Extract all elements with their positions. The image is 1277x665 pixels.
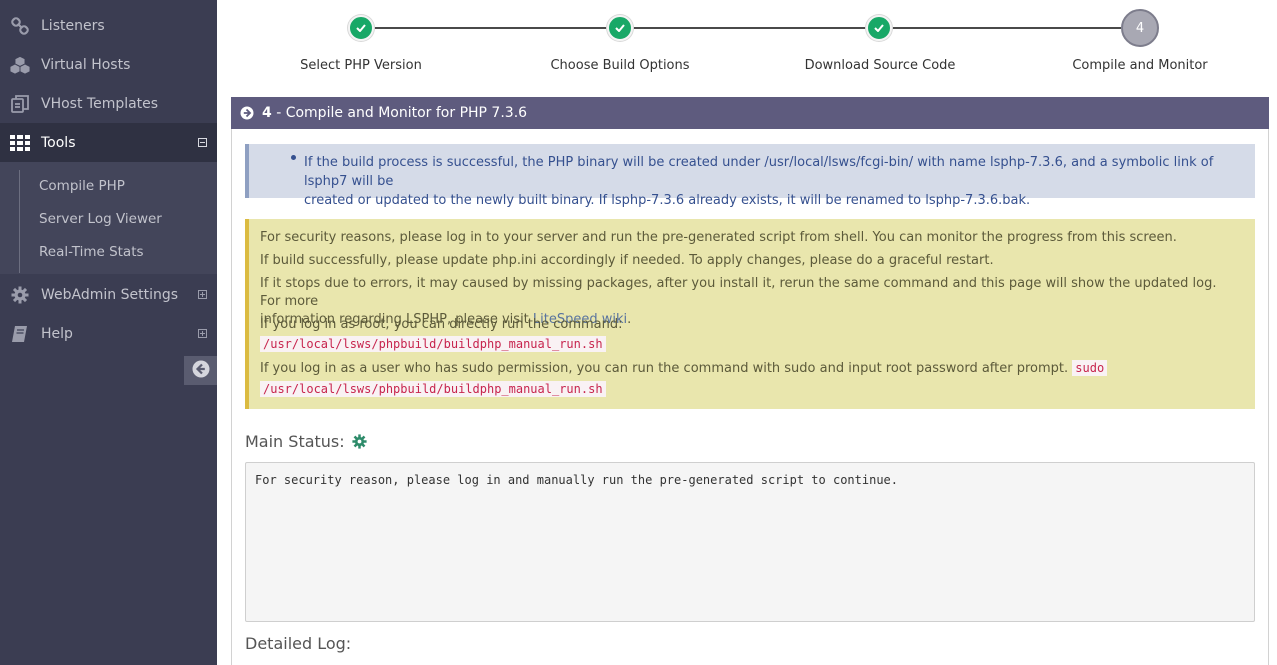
sidebar-subitem-compile-php[interactable]: Compile PHP — [39, 175, 125, 197]
step-label-compile-and-monitor: Compile and Monitor — [1072, 58, 1208, 73]
warning-text-line: If you log in as a user who has sudo per… — [260, 361, 1069, 376]
root-command-code[interactable]: /usr/local/lsws/phpbuild/buildphp_manual… — [260, 336, 606, 352]
main-status-text: For security reason, please log in and m… — [255, 473, 898, 487]
warning-text: If you log in as root, you can directly … — [260, 317, 623, 332]
step-number: 4 — [1135, 20, 1145, 36]
bullet-icon — [291, 155, 296, 160]
sidebar-item-label: Virtual Hosts — [41, 56, 131, 73]
root-command-line: /usr/local/lsws/phpbuild/buildphp_manual… — [260, 335, 1240, 354]
copy-icon — [10, 94, 30, 114]
step-label-choose-build-options: Choose Build Options — [550, 58, 690, 73]
info-line: If the build process is successful, the … — [304, 155, 1214, 189]
sidebar-subitem-server-log-viewer[interactable]: Server Log Viewer — [39, 208, 162, 230]
main-status-label: Main Status: — [245, 432, 345, 451]
sidebar-item-label: Tools — [41, 134, 76, 151]
sudo-code[interactable]: sudo — [1072, 360, 1108, 376]
sidebar-item-label: WebAdmin Settings — [41, 286, 179, 303]
gear-icon — [352, 434, 367, 453]
info-text: If the build process is successful, the … — [304, 153, 1244, 210]
detailed-log-heading: Detailed Log: — [245, 634, 352, 653]
stepper-track — [361, 27, 1121, 29]
arrow-right-circle-icon — [240, 106, 254, 120]
step-1-done-icon — [348, 15, 374, 41]
sudo-command-code[interactable]: /usr/local/lsws/phpbuild/buildphp_manual… — [260, 381, 606, 397]
main-status-heading: Main Status: — [245, 432, 367, 453]
sidebar-subitem-real-time-stats[interactable]: Real-Time Stats — [39, 241, 144, 263]
warning-text: For security reasons, please log in to y… — [260, 230, 1177, 245]
step-2-done-icon — [607, 15, 633, 41]
warning-text: If you log in as a user who has sudo per… — [260, 359, 1240, 378]
cubes-icon — [10, 55, 30, 75]
sidebar: Listeners Virtual Hosts VHost Templates … — [0, 0, 217, 665]
sudo-command-line: /usr/local/lsws/phpbuild/buildphp_manual… — [260, 380, 1240, 399]
book-icon — [10, 324, 30, 344]
sidebar-item-tools[interactable]: Tools — [0, 123, 217, 162]
main-status-output[interactable]: For security reason, please log in and m… — [245, 462, 1255, 622]
collapse-sidebar-button[interactable] — [184, 356, 217, 385]
sidebar-item-vhost-templates[interactable]: VHost Templates — [0, 84, 217, 123]
step-label-download-source-code: Download Source Code — [804, 58, 956, 73]
sidebar-item-label: Help — [41, 325, 73, 342]
panel-step-number: 4 — [262, 105, 272, 121]
sidebar-item-label: Listeners — [41, 17, 105, 34]
expand-icon[interactable] — [198, 290, 207, 299]
expand-icon[interactable] — [198, 329, 207, 338]
warning-text-line: If it stops due to errors, it may caused… — [260, 276, 1217, 309]
arrow-left-circle-icon — [192, 360, 210, 382]
link-icon — [10, 16, 30, 36]
panel-title: 4 - Compile and Monitor for PHP 7.3.6 — [262, 105, 527, 121]
warning-alert: For security reasons, please log in to y… — [245, 219, 1255, 409]
panel-header: 4 - Compile and Monitor for PHP 7.3.6 — [231, 97, 1269, 129]
gear-icon — [10, 285, 30, 305]
sidebar-item-listeners[interactable]: Listeners — [0, 6, 217, 45]
step-label-select-php-version: Select PHP Version — [300, 58, 422, 73]
info-alert: If the build process is successful, the … — [245, 144, 1255, 208]
step-4-current: 4 — [1121, 9, 1159, 47]
sidebar-item-webadmin-settings[interactable]: WebAdmin Settings — [0, 275, 217, 314]
sidebar-item-label: VHost Templates — [41, 95, 159, 112]
submenu-divider — [19, 170, 20, 273]
collapse-icon[interactable] — [198, 138, 207, 147]
step-3-done-icon — [866, 15, 892, 41]
panel-title-text: - Compile and Monitor for PHP 7.3.6 — [271, 105, 528, 121]
info-line: created or updated to the newly built bi… — [304, 193, 1031, 208]
grid-icon — [10, 133, 30, 153]
sidebar-item-help[interactable]: Help — [0, 314, 217, 353]
sidebar-item-virtual-hosts[interactable]: Virtual Hosts — [0, 45, 217, 84]
warning-text: If build successfully, please update php… — [260, 253, 994, 268]
